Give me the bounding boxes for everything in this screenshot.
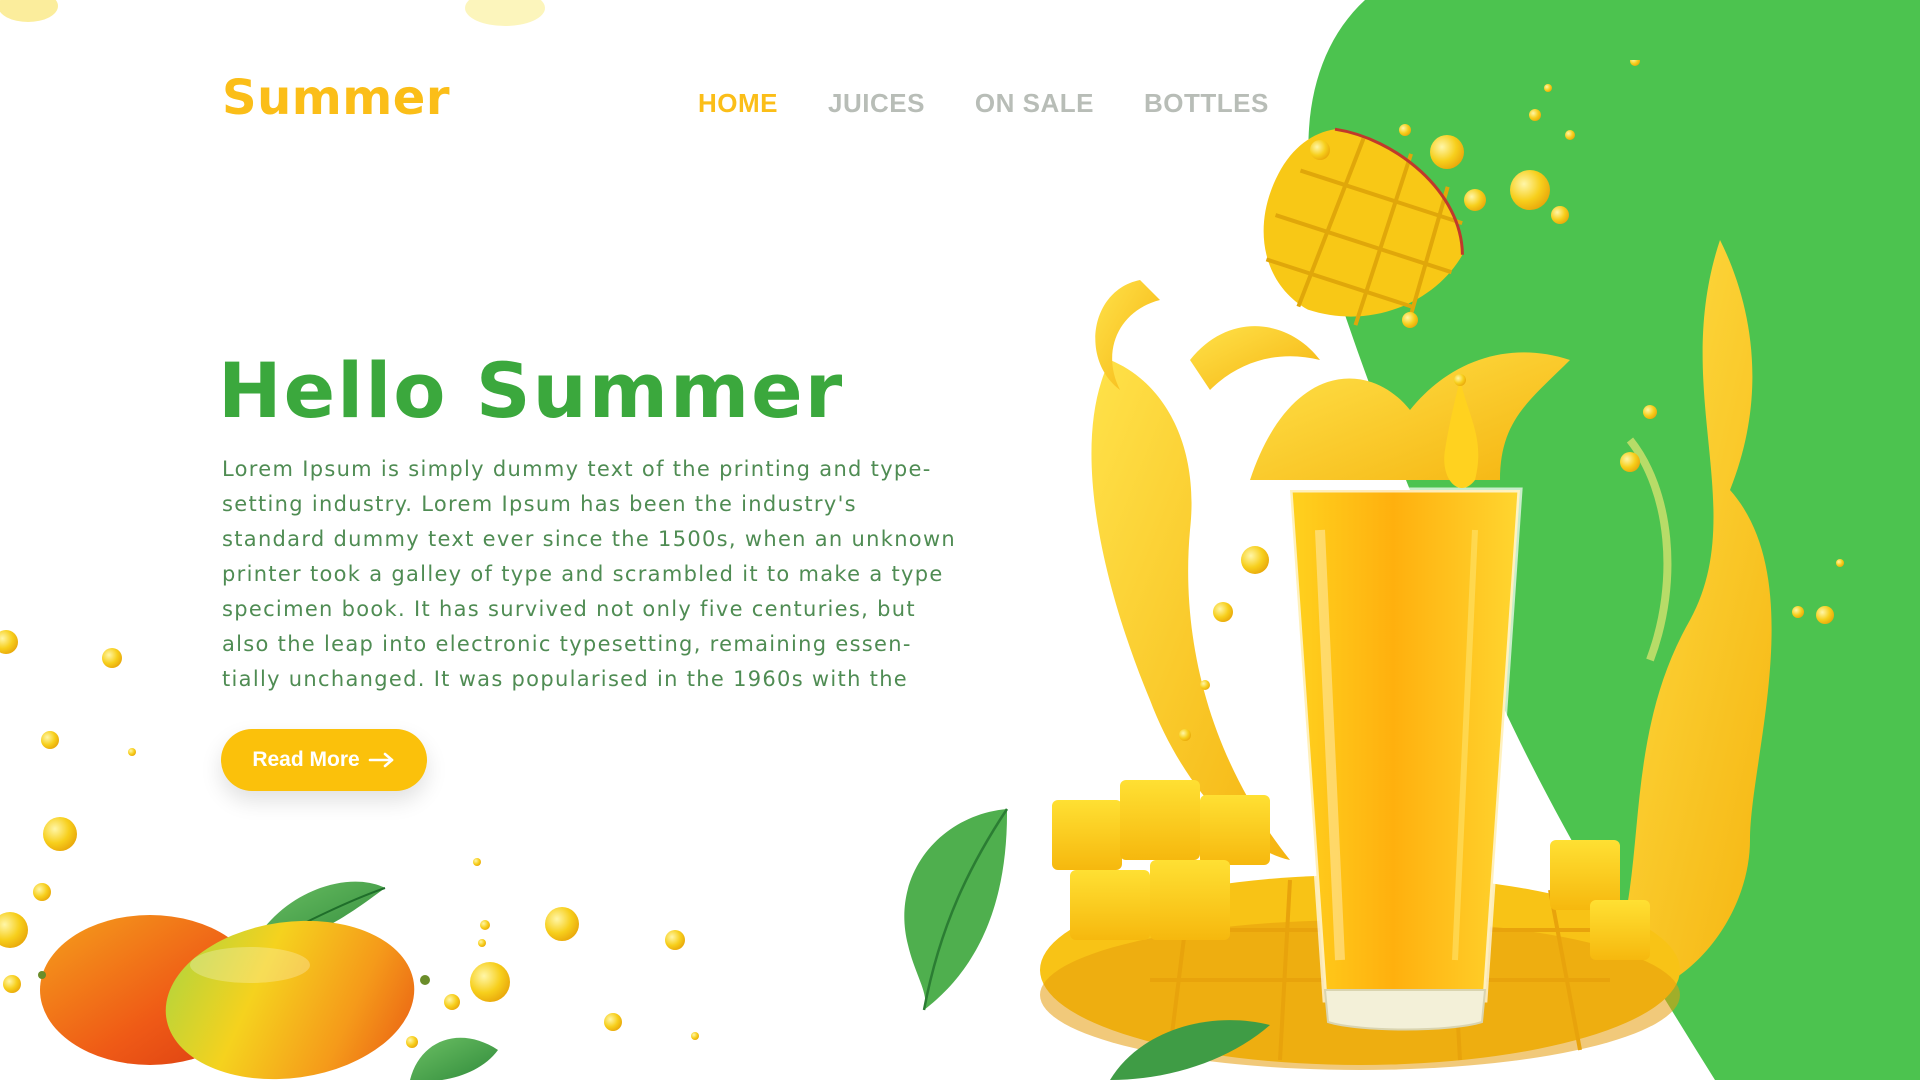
mango-fruits-illustration [38, 881, 498, 1080]
nav-item-juices[interactable]: JUICES [828, 88, 925, 119]
nav-item-home[interactable]: HOME [698, 88, 778, 119]
juice-drops-top-left [0, 0, 545, 26]
mango-juice-glass-illustration [1040, 60, 1844, 1080]
brand-logo[interactable]: Summer [222, 70, 450, 126]
leaf-illustration [904, 808, 1009, 1011]
hero-title: Hello Summer [218, 346, 845, 435]
